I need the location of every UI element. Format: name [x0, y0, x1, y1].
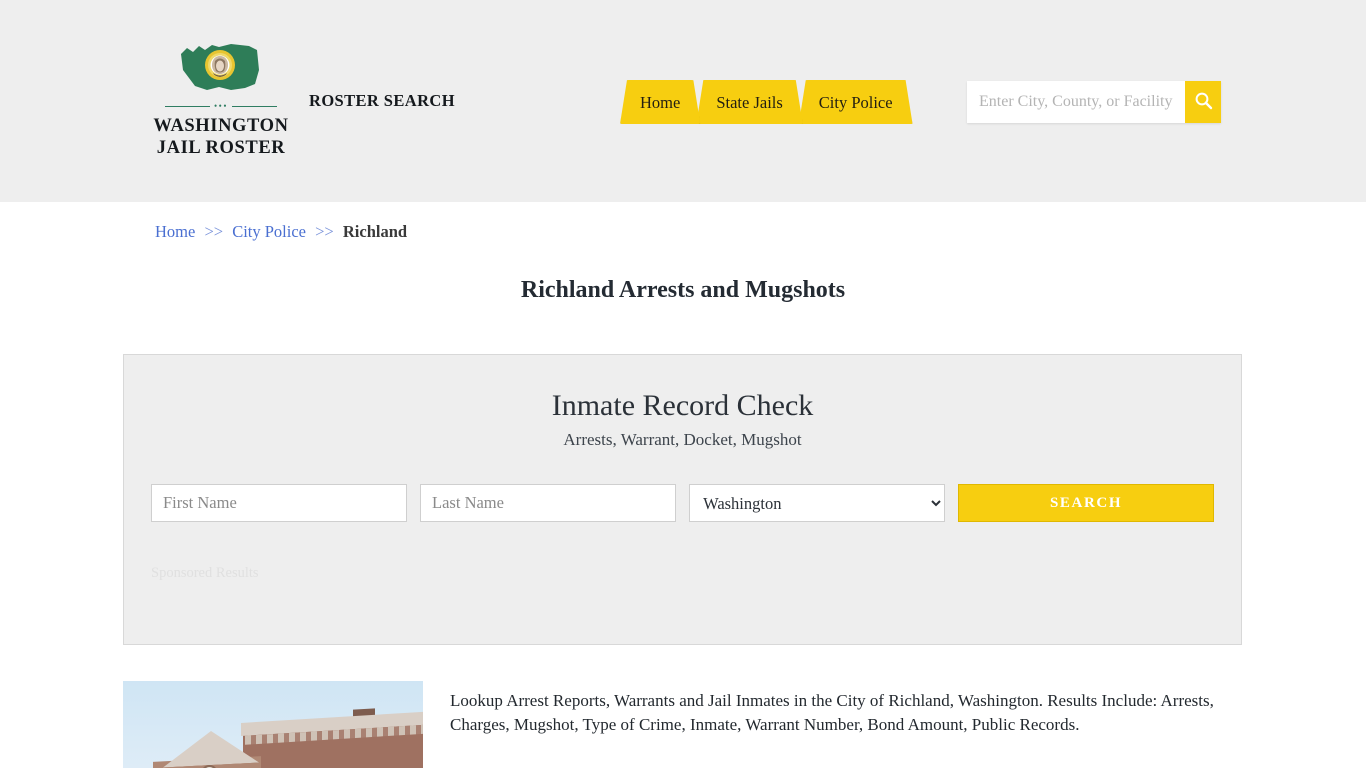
header-search-input[interactable]: [967, 81, 1185, 123]
brand-name-line1: WASHINGTON: [153, 116, 289, 136]
brand-name: WASHINGTON JAIL ROSTER: [151, 116, 291, 160]
last-name-input[interactable]: [420, 484, 677, 522]
site-logo[interactable]: ••• WASHINGTON JAIL ROSTER: [151, 40, 291, 160]
brand-name-line2: JAIL ROSTER: [156, 137, 286, 158]
sponsored-results-label: Sponsored Results: [151, 565, 259, 581]
state-select[interactable]: Washington: [689, 484, 946, 522]
header-search: [967, 81, 1221, 123]
article-body: Lookup Arrest Reports, Warrants and Jail…: [450, 681, 1243, 768]
inmate-search-form: Washington SEARCH: [124, 450, 1241, 522]
inmate-search-button[interactable]: SEARCH: [958, 484, 1214, 522]
nav-item-city-police-label: City Police: [818, 93, 893, 112]
washington-state-flag-icon: [179, 40, 263, 96]
nav-item-state-jails[interactable]: State Jails: [696, 80, 802, 124]
article-section: Lookup Arrest Reports, Warrants and Jail…: [123, 645, 1243, 768]
divider-dots: •••: [214, 101, 228, 111]
brand-divider: •••: [165, 101, 278, 111]
panel-subtitle: Arrests, Warrant, Docket, Mugshot: [563, 430, 802, 449]
roster-search-label: ROSTER SEARCH: [309, 91, 455, 110]
inmate-record-check-panel: Inmate Record Check Arrests, Warrant, Do…: [123, 354, 1242, 645]
main-nav: Home State Jails City Police: [620, 76, 909, 124]
header-search-button[interactable]: [1185, 81, 1221, 123]
breadcrumb-separator-2: >>: [315, 222, 334, 241]
site-header: ••• WASHINGTON JAIL ROSTER ROSTER SEARCH…: [0, 0, 1366, 202]
divider-bar-right: [231, 106, 278, 107]
nav-item-home[interactable]: Home: [620, 80, 700, 124]
search-icon: [1194, 91, 1213, 113]
richland-courthouse-photo: [123, 681, 423, 768]
breadcrumb-link-home[interactable]: Home: [155, 222, 195, 241]
article-paragraph: Lookup Arrest Reports, Warrants and Jail…: [450, 691, 1214, 735]
nav-item-city-police[interactable]: City Police: [799, 80, 913, 124]
breadcrumb-link-city-police[interactable]: City Police: [232, 222, 306, 241]
page-body: Home >> City Police >> Richland Richland…: [123, 202, 1243, 768]
header-inner: ••• WASHINGTON JAIL ROSTER ROSTER SEARCH…: [123, 0, 1243, 202]
panel-title: Inmate Record Check: [551, 389, 814, 422]
divider-bar-left: [165, 106, 211, 107]
first-name-input[interactable]: [151, 484, 408, 522]
nav-item-home-label: Home: [640, 93, 681, 112]
breadcrumb-current: Richland: [342, 222, 408, 241]
nav-item-state-jails-label: State Jails: [716, 93, 783, 112]
breadcrumb: Home >> City Police >> Richland: [123, 202, 1243, 242]
breadcrumb-separator-1: >>: [204, 222, 224, 241]
page-title: Richland Arrests and Mugshots: [520, 277, 846, 303]
